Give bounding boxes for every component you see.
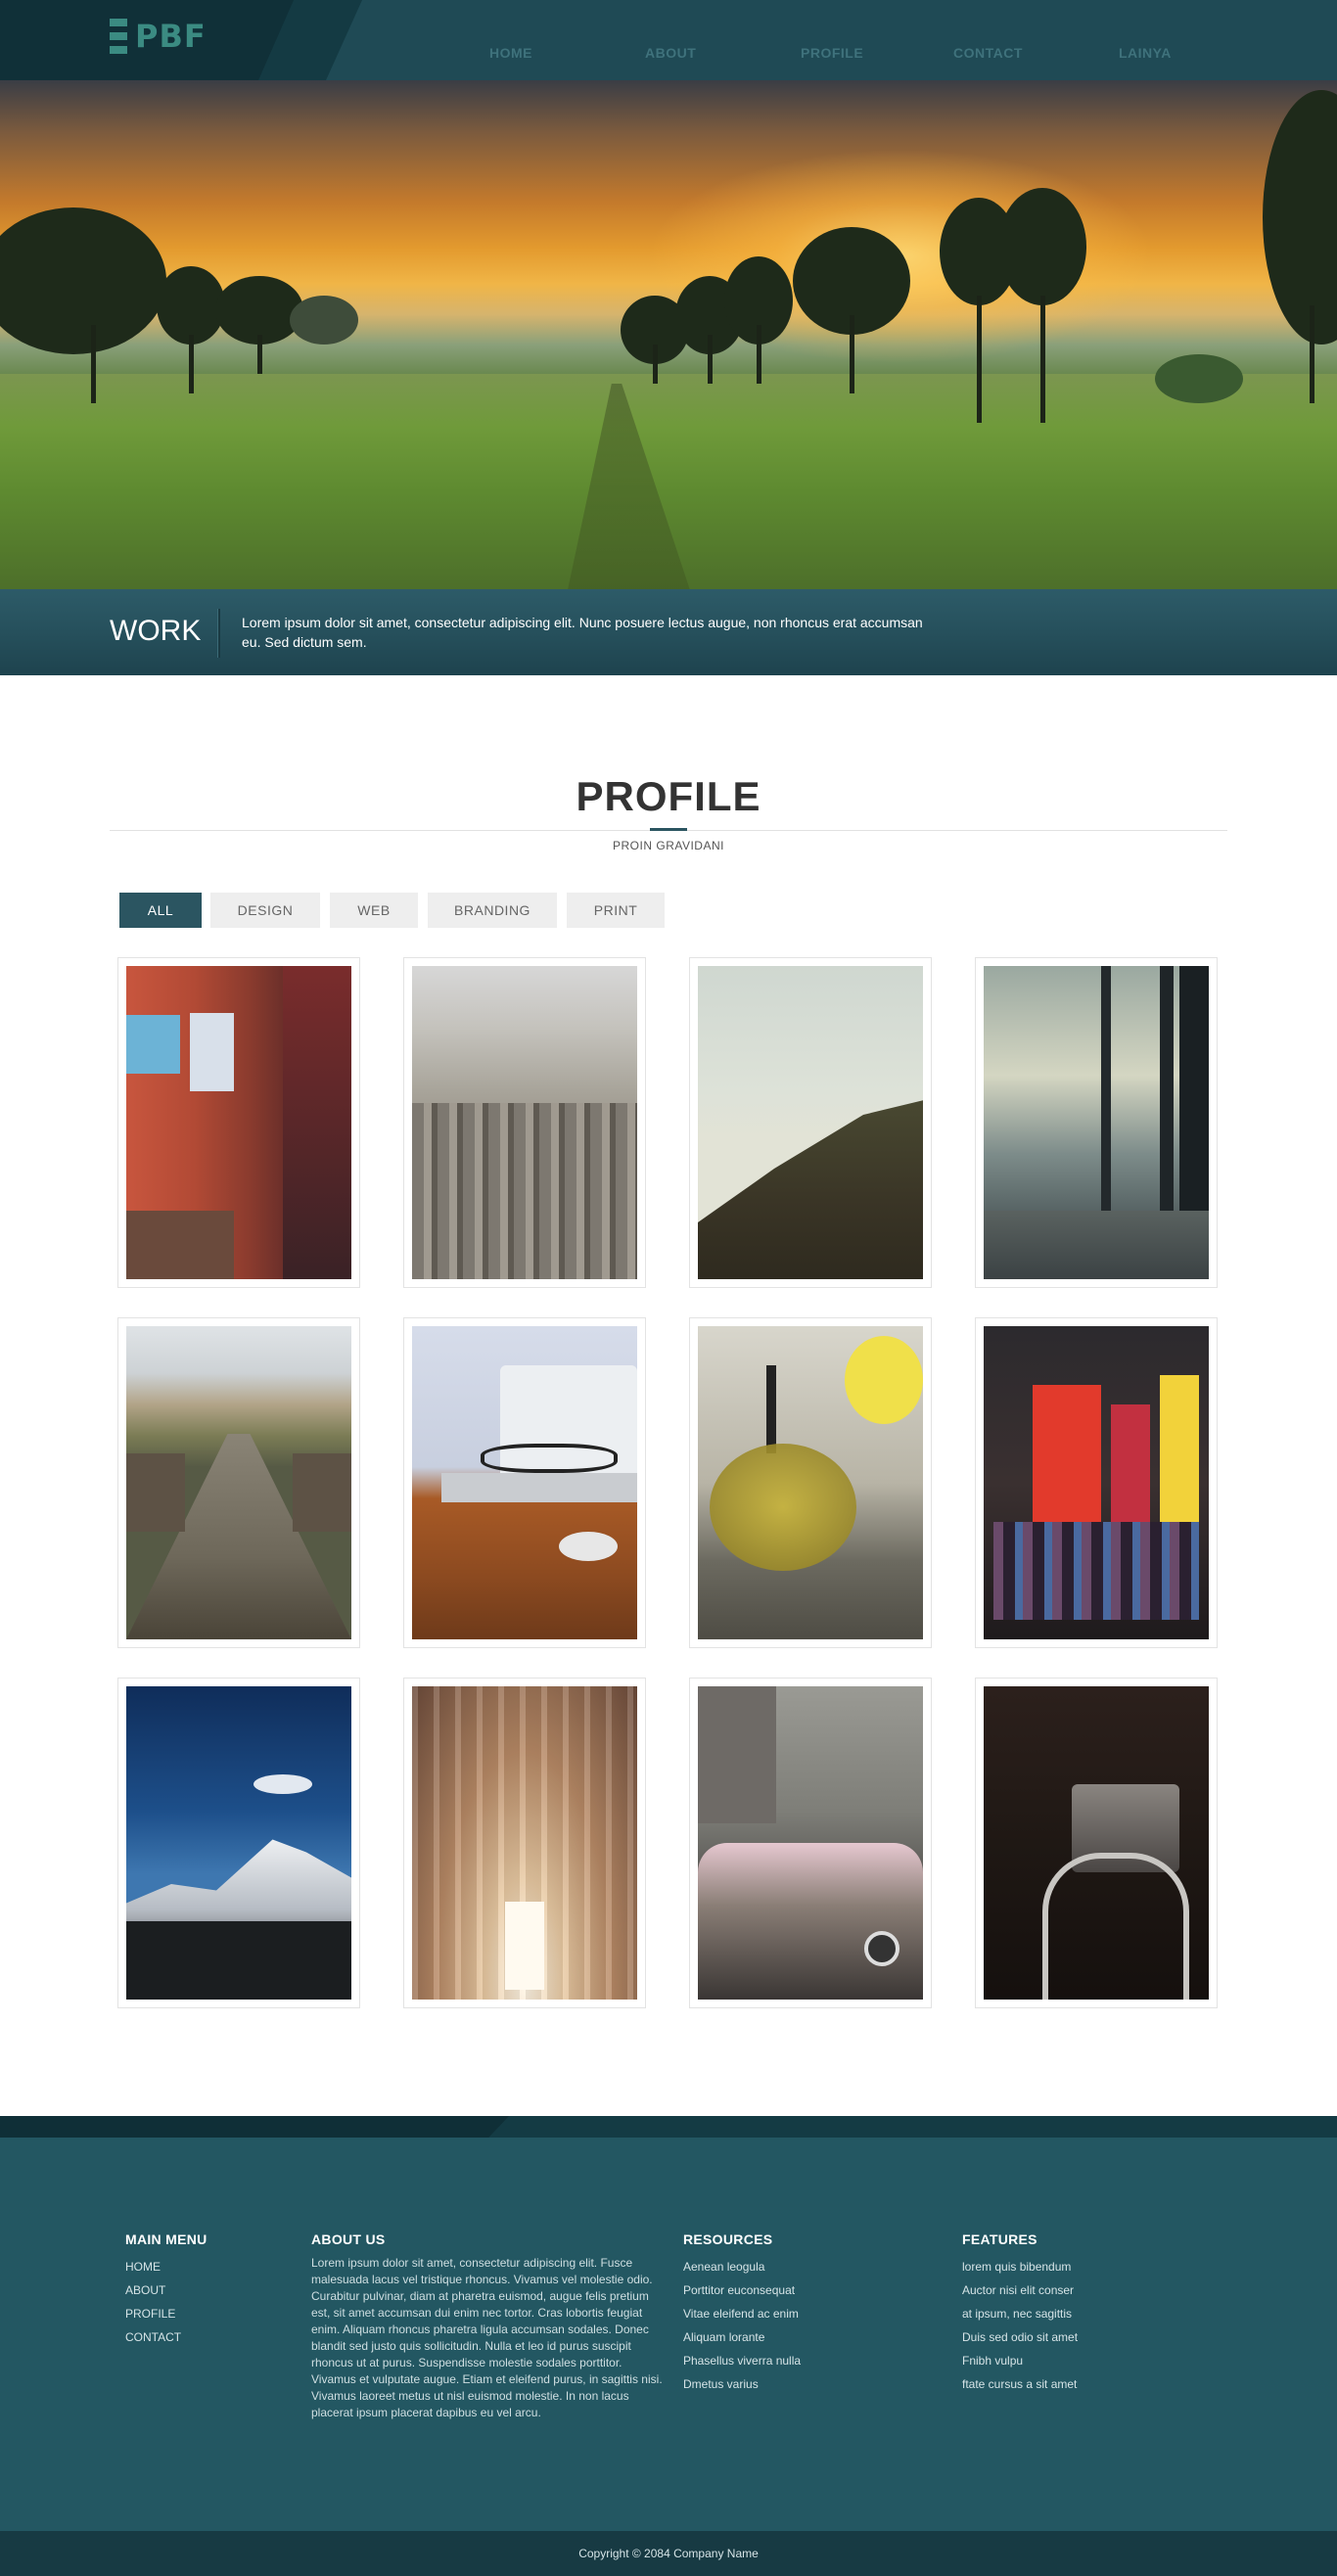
footer-accent-strip: [0, 2116, 1337, 2138]
footer-heading: MAIN MENU: [125, 2231, 207, 2247]
photo-city-skyline: [412, 966, 637, 1279]
gallery-item[interactable]: [403, 1678, 646, 2008]
footer-link-home[interactable]: HOME: [125, 2255, 207, 2278]
photo-rusty-car: [698, 1686, 923, 2000]
photo-vintage-projector: [984, 1686, 1209, 2000]
footer-resources: RESOURCES Aenean leogula Porttitor eucon…: [683, 2231, 801, 2396]
filter-branding[interactable]: BRANDING: [428, 893, 557, 928]
work-divider: [217, 609, 220, 658]
footer-about-text: Lorem ipsum dolor sit amet, consectetur …: [311, 2256, 663, 2419]
photo-cathedral-ceiling: [412, 1686, 637, 2000]
footer-feature-link[interactable]: Auctor nisi elit conser: [962, 2278, 1078, 2302]
footer-main-menu: MAIN MENU HOME ABOUT PROFILE CONTACT: [125, 2231, 207, 2349]
photo-colorful-buildings: [126, 966, 351, 1279]
footer-heading: ABOUT US: [311, 2231, 386, 2247]
work-intro-band: WORK Lorem ipsum dolor sit amet, consect…: [0, 589, 1337, 675]
gallery-item[interactable]: [403, 1317, 646, 1648]
footer-about: ABOUT US Lorem ipsum dolor sit amet, con…: [311, 2231, 664, 2421]
hero-banner-image: [0, 80, 1337, 589]
gallery-item[interactable]: [403, 957, 646, 1288]
gallery-item[interactable]: [689, 1317, 932, 1648]
gallery-item[interactable]: [117, 957, 360, 1288]
nav-link-profile[interactable]: PROFILE: [801, 45, 863, 61]
photo-tea-press: [698, 1326, 923, 1639]
section-title-underline: [650, 828, 687, 831]
footer-heading: FEATURES: [962, 2231, 1037, 2247]
photo-green-hill: [698, 966, 923, 1279]
footer: MAIN MENU HOME ABOUT PROFILE CONTACT ABO…: [0, 2138, 1337, 2531]
section-title: PROFILE: [576, 773, 761, 819]
nav-link-about[interactable]: ABOUT: [645, 45, 696, 61]
footer-resource-link[interactable]: Vitae eleifend ac enim: [683, 2302, 801, 2325]
footer-feature-link[interactable]: lorem quis bibendum: [962, 2255, 1078, 2278]
copyright-bar: Copyright © 2084 Company Name: [0, 2531, 1337, 2576]
filter-print[interactable]: PRINT: [567, 893, 665, 928]
photo-wooden-boardwalk: [126, 1326, 351, 1639]
tree-silhouette: [290, 296, 358, 354]
gallery-item[interactable]: [975, 1317, 1218, 1648]
filter-web[interactable]: WEB: [330, 893, 418, 928]
footer-features: FEATURES lorem quis bibendum Auctor nisi…: [962, 2231, 1078, 2396]
section-subtitle: PROIN GRAVIDANI: [613, 839, 724, 852]
filter-all[interactable]: ALL: [119, 893, 202, 928]
gallery-item[interactable]: [117, 1678, 360, 2008]
nav-link-contact[interactable]: CONTACT: [953, 45, 1023, 61]
gallery-item[interactable]: [689, 1678, 932, 2008]
photo-snowy-mountain: [126, 1686, 351, 2000]
footer-link-profile[interactable]: PROFILE: [125, 2302, 207, 2325]
gallery-item[interactable]: [689, 957, 932, 1288]
footer-heading: RESOURCES: [683, 2231, 773, 2247]
footer-resource-link[interactable]: Porttitor euconsequat: [683, 2278, 801, 2302]
tree-silhouette: [1155, 354, 1243, 413]
photo-misty-forest: [984, 966, 1209, 1279]
footer-link-about[interactable]: ABOUT: [125, 2278, 207, 2302]
footer-resource-link[interactable]: Aenean leogula: [683, 2255, 801, 2278]
footer-feature-link[interactable]: Duis sed odio sit amet: [962, 2325, 1078, 2349]
footer-resource-link[interactable]: Phasellus viverra nulla: [683, 2349, 801, 2372]
filter-design[interactable]: DESIGN: [210, 893, 320, 928]
work-heading: WORK: [110, 615, 202, 647]
tree-silhouette: [998, 188, 1086, 423]
footer-feature-link[interactable]: at ipsum, nec sagittis: [962, 2302, 1078, 2325]
photo-kodak-signs: [984, 1326, 1209, 1639]
footer-feature-link[interactable]: Fnibh vulpu: [962, 2349, 1078, 2372]
nav-link-home[interactable]: HOME: [489, 45, 532, 61]
footer-link-contact[interactable]: CONTACT: [125, 2325, 207, 2349]
footer-resource-link[interactable]: Aliquam lorante: [683, 2325, 801, 2349]
gallery-item[interactable]: [975, 957, 1218, 1288]
footer-resource-link[interactable]: Dmetus varius: [683, 2372, 801, 2396]
work-description: Lorem ipsum dolor sit amet, consectetur …: [242, 615, 923, 650]
gallery-item[interactable]: [975, 1678, 1218, 2008]
tree-silhouette: [793, 227, 910, 393]
nav-menu: HOME ABOUT PROFILE CONTACT LAINYA: [0, 45, 1337, 65]
top-navbar: PBF HOME ABOUT PROFILE CONTACT LAINYA: [0, 0, 1337, 80]
gallery-item[interactable]: [117, 1317, 360, 1648]
tree-silhouette: [724, 256, 793, 384]
photo-glasses-laptop: [412, 1326, 637, 1639]
footer-feature-link[interactable]: ftate cursus a sit amet: [962, 2372, 1078, 2396]
nav-link-lainya[interactable]: LAINYA: [1119, 45, 1172, 61]
tree-silhouette: [1253, 90, 1337, 403]
